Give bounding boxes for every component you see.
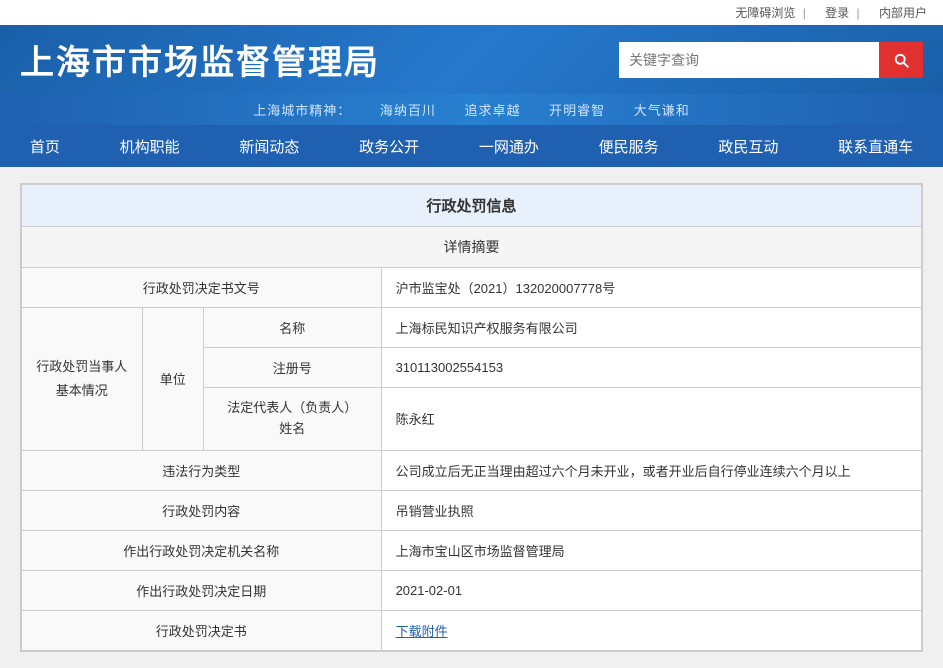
subtitle-item-1: 海纳百川 [380, 103, 436, 118]
table-row-penalty-content: 行政处罚内容吊销营业执照 [22, 490, 922, 530]
main-content: 行政处罚信息详情摘要行政处罚决定书文号沪市监宝处（2021）1320200077… [20, 183, 923, 652]
label-unit: 单位 [142, 308, 203, 451]
label-party: 行政处罚当事人基本情况 [22, 308, 143, 451]
internal-link[interactable]: 内部用户 [879, 6, 927, 20]
login-link[interactable]: 登录 [825, 6, 849, 20]
download-attachment-link[interactable]: 下载附件 [396, 624, 448, 639]
search-button[interactable] [879, 42, 923, 78]
subtitle-spirit: 上海城市精神： [253, 103, 351, 118]
nav-item-news[interactable]: 新闻动态 [221, 125, 317, 167]
table-row-decision-doc: 行政处罚决定书下载附件 [22, 610, 922, 650]
nav-item-service[interactable]: 便民服务 [581, 125, 677, 167]
table-row-authority: 作出行政处罚决定机关名称上海市宝山区市场监督管理局 [22, 530, 922, 570]
site-title: 上海市市场监督管理局 [20, 35, 380, 84]
nav-item-contact[interactable]: 联系直通车 [820, 125, 931, 167]
subtitle-banner: 上海城市精神： 海纳百川 追求卓越 开明睿智 大气谦和 [0, 94, 943, 125]
nav-item-home[interactable]: 首页 [12, 125, 78, 167]
header: 上海市市场监督管理局 [0, 25, 943, 94]
accessible-link[interactable]: 无障碍浏览 [735, 6, 795, 20]
search-area [619, 42, 923, 78]
top-bar: 无障碍浏览 | 登录 | 内部用户 [0, 0, 943, 25]
subtitle-item-4: 大气谦和 [634, 103, 690, 118]
table-row-violation: 违法行为类型公司成立后无正当理由超过六个月未开业，或者开业后自行停业连续六个月以… [22, 450, 922, 490]
table-row-date: 作出行政处罚决定日期2021-02-01 [22, 570, 922, 610]
subtitle-item-3: 开明睿智 [549, 103, 605, 118]
nav-item-affairs[interactable]: 政务公开 [341, 125, 437, 167]
table-row-party-name: 行政处罚当事人基本情况单位名称上海标民知识产权服务有限公司 [22, 308, 922, 348]
nav-item-org[interactable]: 机构职能 [102, 125, 198, 167]
penalty-table: 行政处罚信息详情摘要行政处罚决定书文号沪市监宝处（2021）1320200077… [21, 184, 922, 651]
search-input[interactable] [619, 42, 879, 78]
table-row-detail: 详情摘要 [22, 227, 922, 268]
table-row-doc-no: 行政处罚决定书文号沪市监宝处（2021）132020007778号 [22, 268, 922, 308]
main-nav: 首页 机构职能 新闻动态 政务公开 一网通办 便民服务 政民互动 联系直通车 [0, 125, 943, 167]
subtitle-item-2: 追求卓越 [464, 103, 520, 118]
table-row-section: 行政处罚信息 [22, 185, 922, 227]
nav-item-online[interactable]: 一网通办 [461, 125, 557, 167]
nav-item-interaction[interactable]: 政民互动 [700, 125, 796, 167]
search-icon [892, 51, 910, 69]
